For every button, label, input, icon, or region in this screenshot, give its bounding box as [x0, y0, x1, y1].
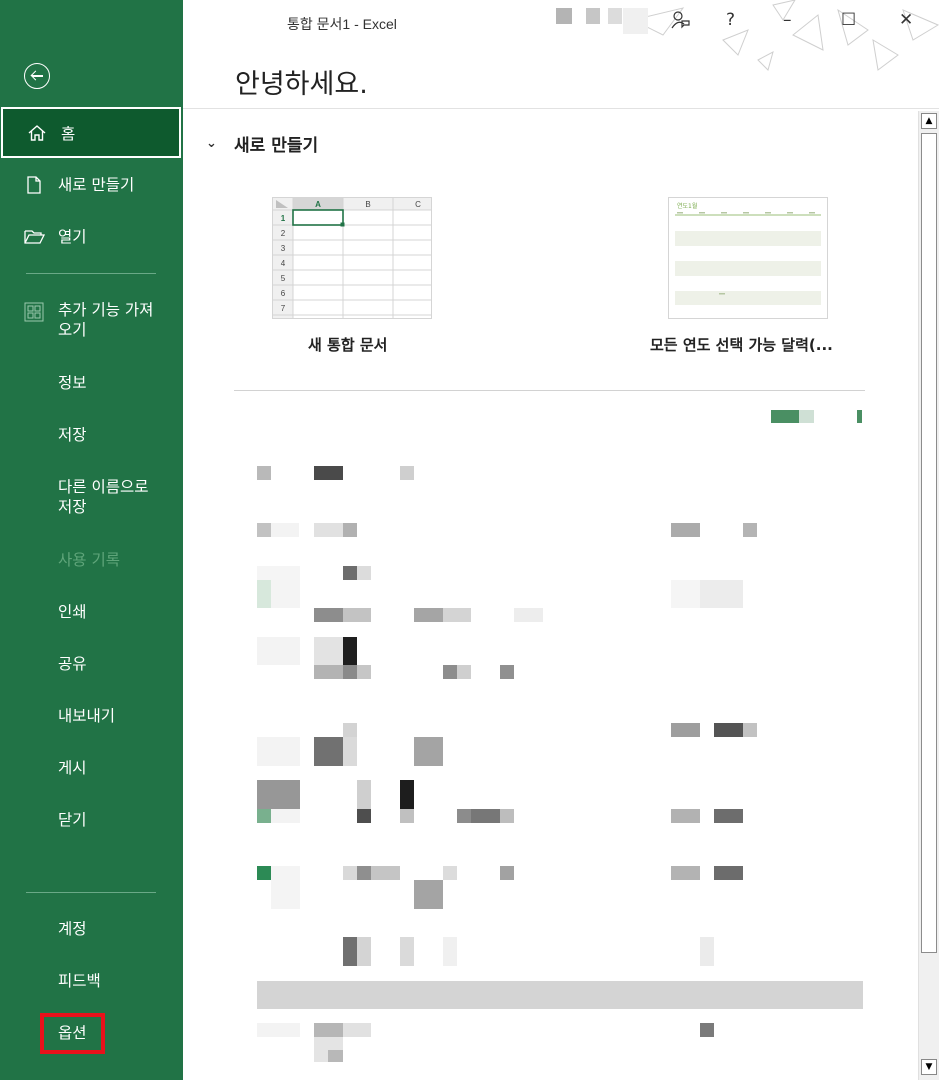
sidebar-item-label: 열기 — [58, 228, 87, 246]
home-icon — [3, 123, 61, 143]
sidebar-item-label: 인쇄 — [58, 603, 87, 621]
sidebar-item-publish[interactable]: 게시 — [0, 757, 183, 779]
sidebar-item-info[interactable]: 정보 — [0, 372, 183, 394]
row-header: 3 — [281, 244, 286, 253]
store-grid-icon — [0, 300, 58, 322]
header-divider — [183, 108, 939, 109]
sidebar-item-feedback[interactable]: 피드백 — [0, 970, 183, 992]
sidebar-item-home[interactable]: 홈 — [1, 107, 181, 158]
sidebar-item-addins[interactable]: 추가 기능 가져 오기 — [0, 300, 183, 344]
coauthor-icon[interactable] — [670, 10, 690, 35]
calendar-heading: 연도1월 — [677, 202, 697, 210]
page-title: 안녕하세요. — [235, 69, 368, 100]
template-label: 모든 연도 선택 가능 달력(... — [650, 336, 833, 354]
close-button[interactable]: ✕ — [899, 10, 913, 30]
sidebar-item-history: 사용 기록 — [0, 549, 183, 571]
backstage-sidebar: 홈 새로 만들기 열기 추가 기능 가져 오기 정보 저장 다른 이름으로 저장… — [0, 0, 183, 1080]
scroll-down-arrow-icon[interactable]: ▼ — [921, 1059, 937, 1075]
minimize-button[interactable]: – — [783, 10, 792, 30]
sidebar-item-label: 홈 — [61, 124, 76, 143]
col-header: B — [365, 200, 370, 209]
sidebar-item-new[interactable]: 새로 만들기 — [0, 172, 183, 198]
section-divider — [234, 390, 865, 391]
sidebar-item-label: 피드백 — [58, 972, 101, 990]
sidebar-item-label: 게시 — [58, 759, 87, 777]
sidebar-item-print[interactable]: 인쇄 — [0, 601, 183, 623]
chevron-down-icon: ⌄ — [206, 136, 217, 151]
template-calendar[interactable]: 연도1월 — [668, 197, 828, 319]
account-info-blurred — [608, 8, 622, 24]
folder-open-icon — [0, 227, 58, 247]
sidebar-item-share[interactable]: 공유 — [0, 653, 183, 675]
scroll-up-arrow-icon[interactable]: ▲ — [921, 113, 937, 129]
new-document-icon — [0, 175, 58, 195]
sidebar-item-open[interactable]: 열기 — [0, 224, 183, 250]
sidebar-item-save[interactable]: 저장 — [0, 424, 183, 446]
template-blank-workbook[interactable]: A B C 1 2 3 4 5 6 7 — [272, 197, 432, 319]
sidebar-item-label: 정보 — [58, 374, 87, 392]
scroll-thumb[interactable] — [921, 133, 937, 953]
sidebar-item-label: 새로 만들기 — [58, 176, 135, 194]
row-header: 5 — [281, 274, 286, 283]
window-title: 통합 문서1 - Excel — [287, 16, 397, 32]
sidebar-item-label: 다른 이름으로 저장 — [58, 478, 149, 516]
calendar-thumbnail: 연도1월 — [675, 202, 821, 305]
back-arrow-icon[interactable] — [24, 63, 50, 89]
row-header: 4 — [281, 259, 286, 268]
sidebar-item-save-as[interactable]: 다른 이름으로 저장 — [0, 477, 183, 519]
maximize-button[interactable]: ☐ — [841, 10, 856, 30]
row-header: 2 — [281, 229, 286, 238]
sidebar-item-export[interactable]: 내보내기 — [0, 705, 183, 727]
sidebar-item-label: 공유 — [58, 655, 87, 673]
sidebar-item-label: 추가 기능 가져 오기 — [58, 301, 154, 339]
col-header: C — [415, 200, 421, 209]
sidebar-item-label: 계정 — [58, 920, 87, 938]
sidebar-item-account[interactable]: 계정 — [0, 918, 183, 940]
section-title: 새로 만들기 — [234, 136, 319, 156]
account-info-blurred — [556, 8, 572, 24]
account-info-blurred — [623, 8, 648, 34]
row-header: 7 — [281, 304, 286, 313]
vertical-scrollbar[interactable]: ▲ ▼ — [918, 111, 939, 1080]
workbook-thumbnail: A B C 1 2 3 4 5 6 7 — [273, 198, 431, 318]
options-highlight-box — [40, 1013, 105, 1054]
sidebar-item-label: 저장 — [58, 426, 87, 444]
help-button[interactable]: ? — [726, 10, 735, 30]
title-bar: 통합 문서1 - Excel 안녕하세요. ? – ☐ ✕ — [183, 0, 939, 108]
sidebar-divider — [26, 273, 156, 274]
row-header: 6 — [281, 289, 286, 298]
col-header: A — [315, 200, 321, 209]
sidebar-divider — [26, 892, 156, 893]
template-label: 새 통합 문서 — [308, 336, 388, 354]
sidebar-item-label: 닫기 — [58, 811, 87, 829]
sidebar-item-label: 내보내기 — [58, 707, 116, 725]
sidebar-item-close[interactable]: 닫기 — [0, 809, 183, 831]
section-new-header[interactable]: ⌄ 새로 만들기 — [206, 131, 318, 156]
sidebar-item-label: 사용 기록 — [58, 551, 120, 569]
account-info-blurred — [586, 8, 600, 24]
row-header: 1 — [281, 214, 286, 223]
